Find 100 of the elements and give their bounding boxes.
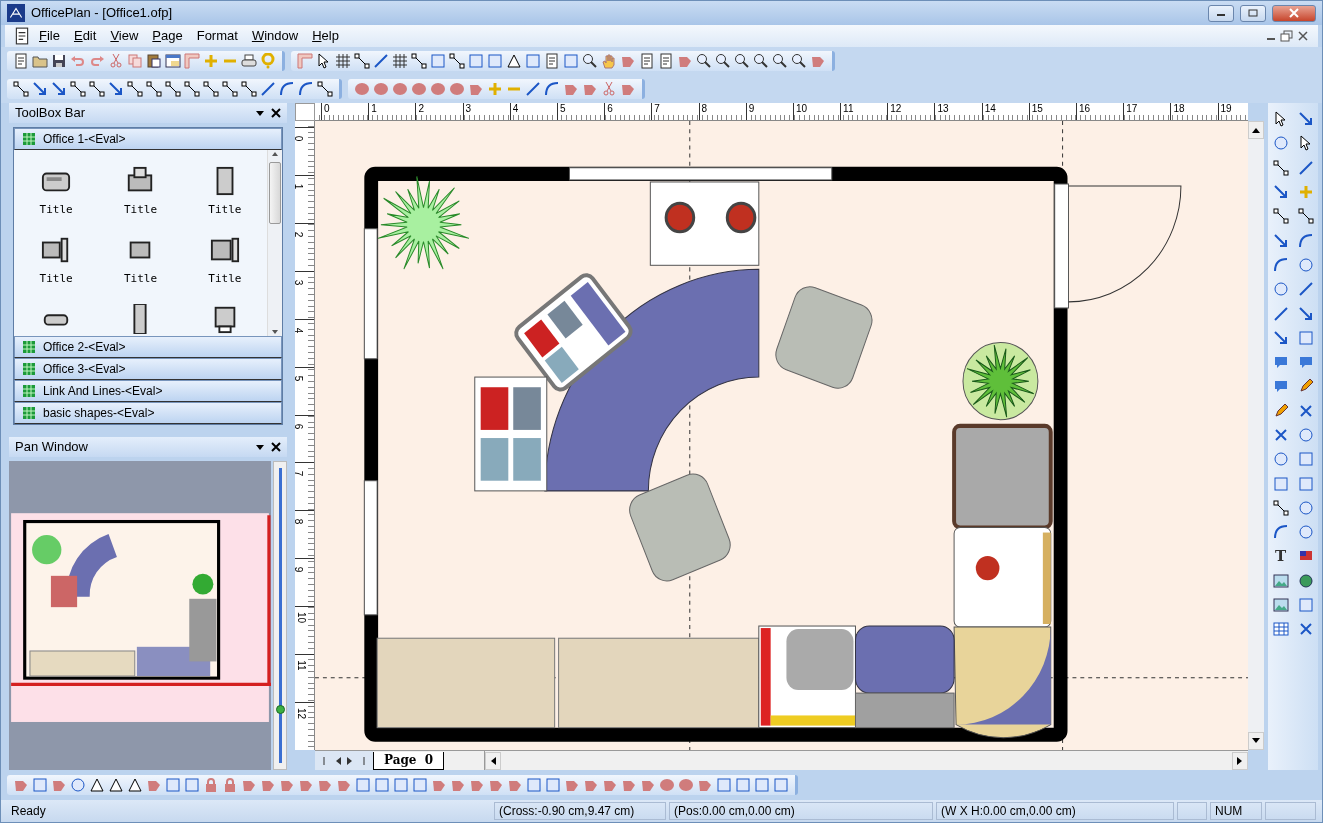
square-icon[interactable]: [1297, 329, 1314, 346]
pencil-icon[interactable]: [1297, 378, 1314, 395]
connector-icon[interactable]: [1297, 208, 1314, 225]
square-icon[interactable]: [526, 777, 542, 793]
shape-icon[interactable]: [373, 81, 389, 97]
scroll-right-icon[interactable]: [1237, 756, 1243, 765]
shape-icon[interactable]: [678, 777, 694, 793]
dropdown-icon[interactable]: [255, 443, 265, 451]
shape-icon[interactable]: [449, 81, 465, 97]
connector-icon[interactable]: [449, 53, 465, 69]
connector-icon[interactable]: [354, 53, 370, 69]
viewport-frame[interactable]: [9, 513, 271, 686]
plant-drawing[interactable]: [377, 175, 470, 270]
page-tab[interactable]: Page 0: [373, 751, 445, 770]
scrollbar-thumb[interactable]: [269, 162, 281, 224]
menu-item[interactable]: View: [104, 25, 145, 47]
shape-icon[interactable]: [659, 777, 675, 793]
scroll-up-icon[interactable]: [1252, 127, 1260, 133]
sectional-sofa-drawing[interactable]: [474, 268, 760, 492]
square-icon[interactable]: [355, 777, 371, 793]
arrow-icon[interactable]: [1272, 184, 1289, 201]
circle-icon[interactable]: [1272, 281, 1289, 298]
previous-icon[interactable]: [335, 756, 341, 765]
scroll-down-icon[interactable]: [1252, 738, 1260, 744]
arrow-icon[interactable]: [32, 81, 48, 97]
triangle-icon[interactable]: [506, 53, 522, 69]
circle-icon[interactable]: [1272, 451, 1289, 468]
cabinet-drawing[interactable]: [558, 637, 760, 729]
line-icon[interactable]: [1272, 305, 1289, 322]
window-drawing[interactable]: [363, 228, 378, 360]
horizontal-scrollbar[interactable]: [484, 751, 1248, 770]
circle-icon[interactable]: [1297, 524, 1314, 541]
globe-icon[interactable]: [1297, 572, 1314, 589]
toolbox-group-header[interactable]: Office 1-<Eval>: [14, 128, 282, 150]
square-icon[interactable]: [716, 777, 732, 793]
toolbox-group-header[interactable]: basic shapes-<Eval>: [14, 402, 282, 424]
zoom-icon[interactable]: [734, 53, 750, 69]
document-icon[interactable]: [13, 27, 31, 45]
scrollbar[interactable]: [267, 150, 282, 336]
image-icon[interactable]: [1272, 597, 1289, 614]
lock-icon[interactable]: [222, 777, 238, 793]
image-icon[interactable]: [1272, 572, 1289, 589]
line-icon[interactable]: [1297, 281, 1314, 298]
speech-bubble-icon[interactable]: [1272, 378, 1289, 395]
printer-icon[interactable]: [241, 53, 257, 69]
line-icon[interactable]: [260, 81, 276, 97]
close-button[interactable]: [1272, 4, 1316, 22]
shape-icon[interactable]: [354, 81, 370, 97]
dropdown-icon[interactable]: [255, 109, 265, 117]
door-drawing[interactable]: [1054, 183, 1182, 309]
connector-icon[interactable]: [165, 81, 181, 97]
minimize-button[interactable]: [1208, 4, 1234, 22]
sofa-drawing[interactable]: [952, 423, 1053, 738]
square-icon[interactable]: [1272, 475, 1289, 492]
arrow-icon[interactable]: [1272, 232, 1289, 249]
zoom-slider[interactable]: [273, 461, 287, 770]
window-drawing[interactable]: [568, 167, 833, 181]
square-icon[interactable]: [773, 777, 789, 793]
triangle-icon[interactable]: [89, 777, 105, 793]
curve-icon[interactable]: [1272, 256, 1289, 273]
table-drawing[interactable]: [649, 181, 760, 266]
square-icon[interactable]: [1297, 451, 1314, 468]
curve-icon[interactable]: [1272, 524, 1289, 541]
scissors-icon[interactable]: [601, 81, 617, 97]
connector-icon[interactable]: [1272, 208, 1289, 225]
square-icon[interactable]: [1297, 475, 1314, 492]
maximize-button[interactable]: [1240, 4, 1266, 22]
connector-icon[interactable]: [146, 81, 162, 97]
square-icon[interactable]: [754, 777, 770, 793]
menu-item[interactable]: Page: [146, 25, 189, 47]
square-icon[interactable]: [32, 777, 48, 793]
window-drawing[interactable]: [363, 480, 378, 616]
curve-icon[interactable]: [279, 81, 295, 97]
menu-item[interactable]: File: [33, 25, 66, 47]
zoom-icon[interactable]: [753, 53, 769, 69]
square-icon[interactable]: [412, 777, 428, 793]
folder-icon[interactable]: [32, 53, 48, 69]
connector-icon[interactable]: [411, 53, 427, 69]
curve-icon[interactable]: [298, 81, 314, 97]
menu-item[interactable]: Window: [245, 25, 305, 47]
curve-icon[interactable]: [1297, 232, 1314, 249]
zoom-icon[interactable]: [582, 53, 598, 69]
zoom-icon[interactable]: [791, 53, 807, 69]
table-icon[interactable]: [1272, 621, 1289, 638]
square-icon[interactable]: [545, 777, 561, 793]
connector-icon[interactable]: [184, 81, 200, 97]
square-icon[interactable]: [393, 777, 409, 793]
menu-item[interactable]: Format: [190, 25, 244, 47]
document-close-icon[interactable]: [1296, 30, 1310, 42]
arrow-icon[interactable]: [51, 81, 67, 97]
circle-icon[interactable]: [1297, 427, 1314, 443]
close-icon[interactable]: [271, 442, 281, 452]
shape-icon[interactable]: [411, 81, 427, 97]
connector-icon[interactable]: [89, 81, 105, 97]
ottoman-drawing[interactable]: [854, 625, 955, 729]
window-icon[interactable]: [165, 53, 181, 69]
plant-drawing[interactable]: [962, 342, 1039, 421]
text-tool[interactable]: T: [1274, 548, 1287, 565]
circle-icon[interactable]: [70, 777, 86, 793]
lock-icon[interactable]: [203, 777, 219, 793]
